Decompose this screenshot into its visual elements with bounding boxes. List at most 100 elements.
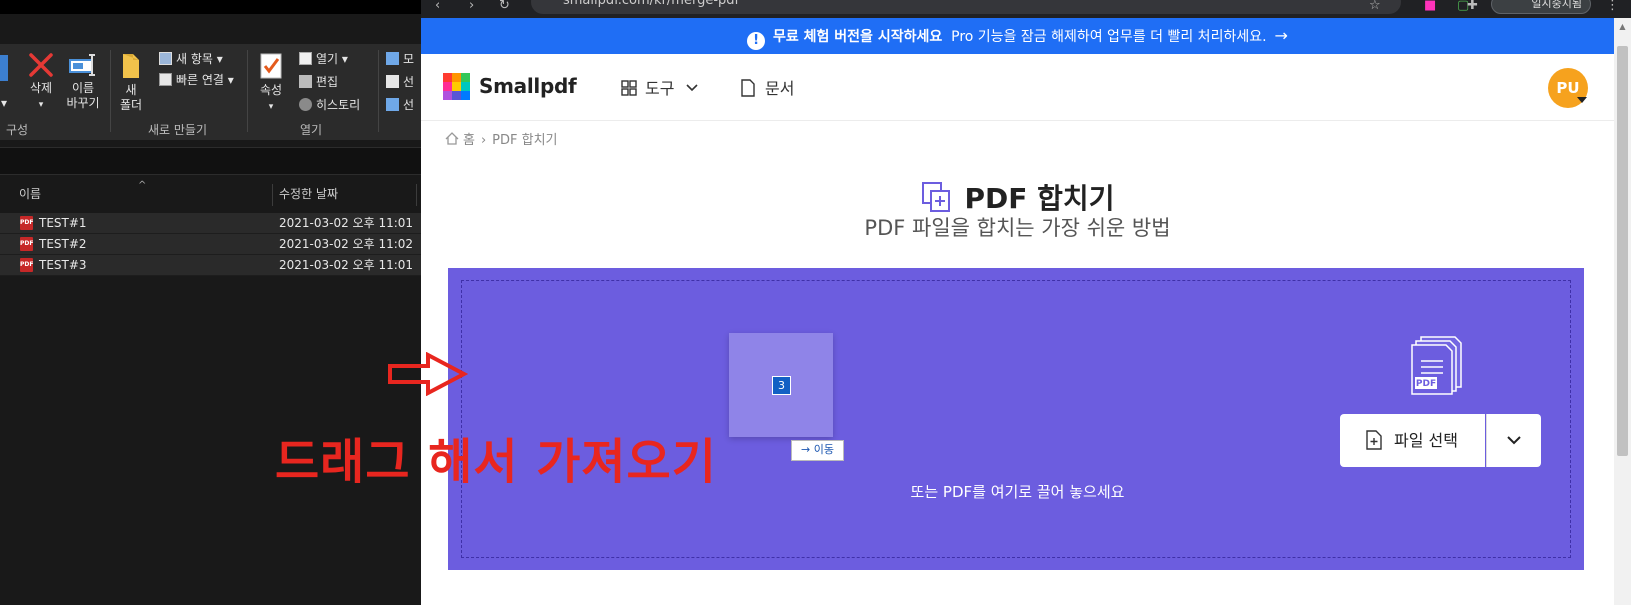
- group-organize-label: 구성: [6, 123, 29, 137]
- page-scrollbar[interactable]: ▲: [1614, 18, 1631, 605]
- sort-caret-icon: ^: [138, 180, 147, 191]
- back-icon[interactable]: ‹: [435, 0, 440, 12]
- quick-access-label: 빠른 연결 ▾: [176, 73, 234, 87]
- rename-label-1: 이름: [71, 81, 95, 95]
- column-separator[interactable]: [272, 184, 273, 206]
- history-label: 히스토리: [316, 98, 361, 112]
- drag-move-tooltip: → 이동: [791, 440, 844, 461]
- delete-button[interactable]: 삭제 ▾: [24, 52, 58, 113]
- breadcrumb-separator: ›: [480, 133, 487, 148]
- pdf-icon-label: PDF: [1416, 379, 1436, 389]
- delete-caret: ▾: [38, 100, 44, 110]
- nav-documents-label: 문서: [765, 79, 795, 98]
- open-file-icon: [299, 52, 312, 65]
- choose-file-button[interactable]: 파일 선택: [1340, 414, 1485, 467]
- properties-label: 속성: [259, 83, 283, 97]
- annotation-text: 드래그 해서 가져오기: [275, 434, 717, 490]
- pdf-file-icon: PDF: [20, 237, 33, 251]
- extension-icon[interactable]: ■: [1424, 0, 1436, 12]
- merge-pdf-icon: [921, 182, 950, 212]
- extensions-puzzle-icon[interactable]: ✚: [1467, 0, 1478, 12]
- group-open-label: 열기: [300, 123, 323, 137]
- add-file-icon: [1366, 430, 1382, 450]
- paste-icon[interactable]: [0, 55, 8, 81]
- file-date: 2021-03-02 오후 11:02: [279, 237, 414, 251]
- choose-file-dropdown[interactable]: [1486, 414, 1541, 467]
- new-item-button[interactable]: 새 항목 ▾: [159, 50, 223, 67]
- file-name: TEST#2: [39, 237, 87, 251]
- page-heading: PDF 합치기: [421, 177, 1614, 217]
- promo-text: Pro 기능을 잠금 해제하여 업무를 더 빨리 처리하세요.: [951, 29, 1267, 45]
- page-title: PDF 합치기: [964, 182, 1115, 215]
- new-item-label: 새 항목 ▾: [176, 52, 223, 66]
- column-header-modified[interactable]: 수정한 날짜: [279, 181, 338, 207]
- forward-icon[interactable]: ›: [469, 0, 474, 12]
- annotation-arrow-icon: [388, 352, 468, 396]
- new-item-icon: [159, 52, 172, 65]
- file-row[interactable]: PDF TEST#1 2021-03-02 오후 11:01: [0, 213, 421, 234]
- exclamation-icon: !: [747, 32, 766, 50]
- select-none-button[interactable]: 선: [386, 73, 414, 90]
- pdf-file-icon: PDF: [20, 216, 33, 230]
- chevron-down-icon: [685, 84, 698, 92]
- file-row[interactable]: PDF TEST#2 2021-03-02 오후 11:02: [0, 234, 421, 255]
- select-all-button[interactable]: 모: [386, 50, 414, 67]
- select-label-3: 선: [403, 98, 415, 112]
- new-folder-button[interactable]: 새 폴더: [118, 52, 144, 113]
- ribbon-separator: [247, 50, 248, 132]
- properties-caret: ▾: [268, 102, 274, 112]
- profile-status: 일시중지됨: [1531, 0, 1582, 10]
- column-separator[interactable]: [416, 184, 417, 206]
- rename-label-2: 바꾸기: [66, 96, 100, 110]
- select-all-icon: [386, 52, 399, 65]
- file-row[interactable]: PDF TEST#3 2021-03-02 오후 11:01: [0, 255, 421, 276]
- address-bar[interactable]: [0, 147, 421, 175]
- paste-caret: ▾: [0, 96, 8, 110]
- home-icon[interactable]: [445, 132, 459, 145]
- new-folder-label-2: 폴더: [119, 98, 143, 112]
- file-date: 2021-03-02 오후 11:01: [279, 216, 414, 230]
- browser-window: ‹ › ↻ smallpdf.com/kr/merge-pdf ☆ ■ ▢ ✚ …: [421, 0, 1631, 605]
- quick-access-button[interactable]: 빠른 연결 ▾: [159, 71, 234, 88]
- scroll-up-icon[interactable]: ▲: [1614, 22, 1631, 31]
- nav-documents[interactable]: 문서: [741, 75, 794, 99]
- url-bar[interactable]: smallpdf.com/kr/merge-pdf: [531, 0, 1401, 14]
- brand-name[interactable]: Smallpdf: [479, 74, 577, 98]
- history-icon: [299, 98, 312, 111]
- column-header-name[interactable]: 이름: [19, 181, 41, 207]
- edit-label: 편집: [316, 75, 339, 89]
- ribbon-separator: [110, 50, 111, 132]
- invert-selection-icon: [386, 98, 399, 111]
- file-date: 2021-03-02 오후 11:01: [279, 258, 414, 272]
- promo-bold: 무료 체험 버전을 시작하세요: [773, 29, 943, 45]
- promo-banner[interactable]: ! 무료 체험 버전을 시작하세요 Pro 기능을 잠금 해제하여 업무를 더 빨…: [421, 18, 1614, 54]
- smallpdf-logo-icon[interactable]: [443, 73, 471, 101]
- nav-tools[interactable]: 도구: [621, 75, 698, 99]
- nav-tools-label: 도구: [645, 79, 675, 98]
- bookmark-star-icon[interactable]: ☆: [1369, 0, 1381, 12]
- drag-count-badge: 3: [772, 376, 791, 395]
- select-label-2: 선: [403, 75, 415, 89]
- scroll-thumb[interactable]: [1617, 46, 1628, 456]
- file-explorer: ▾ 삭제 ▾ 이름 바꾸기 구성 새 폴더 새 항목 ▾ 빠른 연결 ▾ 새로 …: [0, 0, 421, 605]
- edit-button[interactable]: 편집: [299, 73, 338, 90]
- site-header: [421, 54, 1614, 121]
- browser-toolbar: ‹ › ↻ smallpdf.com/kr/merge-pdf ☆ ■ ▢ ✚ …: [421, 0, 1631, 18]
- file-name: TEST#1: [39, 216, 87, 230]
- open-button[interactable]: 열기 ▾: [299, 50, 348, 67]
- menu-kebab-icon[interactable]: ⋮: [1606, 0, 1619, 12]
- new-folder-label-1: 새: [125, 83, 137, 97]
- reload-icon[interactable]: ↻: [499, 0, 510, 12]
- rename-button[interactable]: 이름 바꾸기: [62, 52, 104, 111]
- history-button[interactable]: 히스토리: [299, 96, 360, 113]
- delete-label: 삭제: [29, 81, 53, 95]
- invert-selection-button[interactable]: 선: [386, 96, 414, 113]
- breadcrumb-home[interactable]: 홈: [463, 133, 475, 148]
- ribbon-top-bar: [0, 0, 421, 14]
- profile-button[interactable]: 일시중지됨: [1491, 0, 1591, 14]
- group-new-label: 새로 만들기: [148, 123, 208, 137]
- folder-icon: [123, 54, 139, 78]
- properties-button[interactable]: 속성 ▾: [254, 52, 288, 115]
- edit-icon: [299, 75, 312, 88]
- avatar-caret-icon[interactable]: [1577, 97, 1587, 103]
